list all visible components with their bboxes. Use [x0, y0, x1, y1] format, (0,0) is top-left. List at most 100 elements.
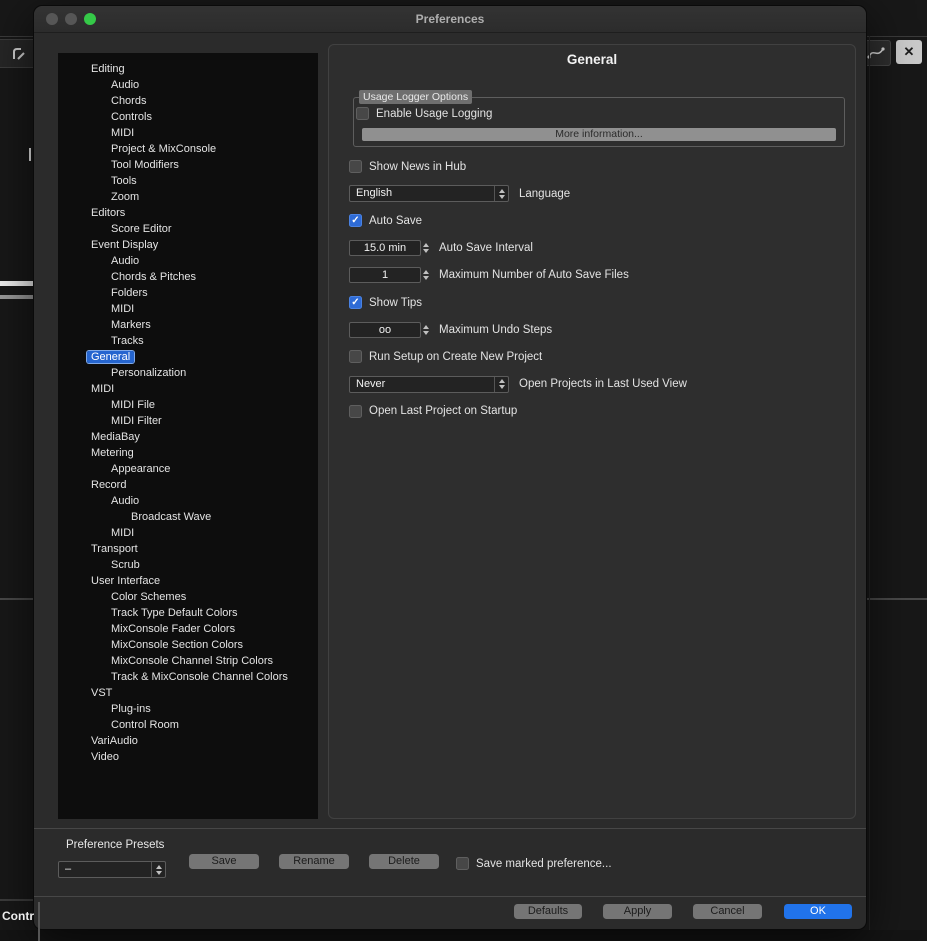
sidebar-item-event-display[interactable]: Event Display [58, 237, 318, 253]
sidebar-item-midi[interactable]: MIDI [58, 525, 318, 541]
maximum-undo-steps-value[interactable]: oo [349, 322, 421, 338]
sidebar-item-midi-file[interactable]: MIDI File [58, 397, 318, 413]
sidebar-item-tracks[interactable]: Tracks [58, 333, 318, 349]
sidebar-item-folders[interactable]: Folders [58, 285, 318, 301]
sidebar-item-user-interface[interactable]: User Interface [58, 573, 318, 589]
sidebar-item-mixconsole-channel-strip-colors[interactable]: MixConsole Channel Strip Colors [58, 653, 318, 669]
auto-save-interval-value[interactable]: 15.0 min [349, 240, 421, 256]
auto-save-interval-stepper-arrows[interactable] [423, 243, 429, 253]
sidebar-item-tools[interactable]: Tools [58, 173, 318, 189]
sidebar-item-label: MixConsole Channel Strip Colors [107, 655, 277, 667]
sidebar-item-track-type-default-colors[interactable]: Track Type Default Colors [58, 605, 318, 621]
sidebar-item-audio[interactable]: Audio [58, 493, 318, 509]
sidebar-item-chords[interactable]: Chords [58, 93, 318, 109]
sidebar-item-label: Transport [87, 543, 142, 555]
sidebar-item-project-mixconsole[interactable]: Project & MixConsole [58, 141, 318, 157]
sidebar-item-label: Audio [107, 495, 143, 507]
settings-row: 15.0 minAuto Save Interval [349, 235, 845, 262]
apply-button[interactable]: Apply [603, 904, 672, 919]
show-tips-checkbox[interactable] [349, 296, 362, 309]
sidebar-item-general[interactable]: General [58, 349, 318, 365]
sidebar-item-personalization[interactable]: Personalization [58, 365, 318, 381]
sidebar-item-mediabay[interactable]: MediaBay [58, 429, 318, 445]
more-information-button[interactable]: More information... [362, 128, 836, 141]
sidebar-item-vst[interactable]: VST [58, 685, 318, 701]
auto-save-checkbox[interactable] [349, 214, 362, 227]
usage-logger-legend: Usage Logger Options [359, 90, 472, 104]
save-marked-preference-checkbox[interactable] [456, 857, 469, 870]
sidebar-item-plug-ins[interactable]: Plug-ins [58, 701, 318, 717]
sidebar-item-score-editor[interactable]: Score Editor [58, 221, 318, 237]
sidebar-item-label: User Interface [87, 575, 164, 587]
sidebar-item-label: Audio [107, 255, 143, 267]
language-label: Language [519, 188, 570, 200]
corner-tool-button[interactable] [0, 39, 37, 68]
sidebar-item-zoom[interactable]: Zoom [58, 189, 318, 205]
sidebar-item-label: Zoom [107, 191, 143, 203]
sidebar-item-label: Metering [87, 447, 138, 459]
language-dropdown[interactable]: English [349, 185, 509, 202]
sidebar-item-tool-modifiers[interactable]: Tool Modifiers [58, 157, 318, 173]
save-button[interactable]: Save [189, 854, 259, 869]
sidebar-tree: Editing Audio Chords Controls MIDI Project & … [58, 53, 318, 819]
sidebar-item-metering[interactable]: Metering [58, 445, 318, 461]
sidebar-item-editing[interactable]: Editing [58, 61, 318, 77]
sidebar-item-label: MIDI [107, 127, 138, 139]
settings-row: Run Setup on Create New Project [349, 343, 845, 370]
open-last-project-on-startup-checkbox[interactable] [349, 405, 362, 418]
sidebar-item-midi[interactable]: MIDI [58, 125, 318, 141]
sidebar-item-audio[interactable]: Audio [58, 253, 318, 269]
sidebar-item-label: Tools [107, 175, 141, 187]
rename-button[interactable]: Rename [279, 854, 349, 869]
maximum-number-of-auto-save-files-stepper-arrows[interactable] [423, 270, 429, 280]
dialog-titlebar[interactable]: Preferences [34, 6, 866, 33]
open-projects-in-last-used-view-dropdown[interactable]: Never [349, 376, 509, 393]
cancel-button[interactable]: Cancel [693, 904, 762, 919]
sidebar-item-label: Tracks [107, 335, 148, 347]
sidebar-item-midi[interactable]: MIDI [58, 381, 318, 397]
sidebar-item-control-room[interactable]: Control Room [58, 717, 318, 733]
sidebar-item-color-schemes[interactable]: Color Schemes [58, 589, 318, 605]
sidebar-item-mixconsole-fader-colors[interactable]: MixConsole Fader Colors [58, 621, 318, 637]
multiply-icon: ✕ [904, 44, 915, 60]
settings-row: NeverOpen Projects in Last Used View [349, 371, 845, 398]
enable-usage-logging-checkbox[interactable] [356, 107, 369, 120]
sidebar-item-label: Video [87, 751, 123, 763]
sidebar-item-editors[interactable]: Editors [58, 205, 318, 221]
sidebar-item-appearance[interactable]: Appearance [58, 461, 318, 477]
sidebar-item-label: Chords [107, 95, 150, 107]
defaults-button[interactable]: Defaults [514, 904, 582, 919]
sidebar-item-chords-pitches[interactable]: Chords & Pitches [58, 269, 318, 285]
sidebar-item-controls[interactable]: Controls [58, 109, 318, 125]
sidebar-item-track-mixconsole-channel-colors[interactable]: Track & MixConsole Channel Colors [58, 669, 318, 685]
ok-button[interactable]: OK [784, 904, 852, 919]
sidebar-item-label: Editors [87, 207, 129, 219]
sidebar-item-midi-filter[interactable]: MIDI Filter [58, 413, 318, 429]
show-news-in-hub-checkbox[interactable] [349, 160, 362, 173]
sidebar-item-mixconsole-section-colors[interactable]: MixConsole Section Colors [58, 637, 318, 653]
sidebar-item-scrub[interactable]: Scrub [58, 557, 318, 573]
settings-panel: General Usage Logger Options Enable Usag… [328, 44, 856, 819]
run-setup-on-create-new-project-label: Run Setup on Create New Project [369, 351, 542, 363]
preset-dropdown[interactable]: – [58, 861, 166, 878]
sidebar-item-label: Track Type Default Colors [107, 607, 242, 619]
dialog-title: Preferences [34, 6, 866, 32]
sidebar-item-transport[interactable]: Transport [58, 541, 318, 557]
sidebar-item-video[interactable]: Video [58, 749, 318, 765]
maximum-undo-steps-stepper-arrows[interactable] [423, 325, 429, 335]
maximum-undo-steps-label: Maximum Undo Steps [439, 324, 552, 336]
sidebar-item-audio[interactable]: Audio [58, 77, 318, 93]
track-divider-line [0, 899, 33, 901]
delete-button[interactable]: Delete [369, 854, 439, 869]
sidebar-item-markers[interactable]: Markers [58, 317, 318, 333]
sidebar-item-midi[interactable]: MIDI [58, 301, 318, 317]
bottom-left-label: Contr [2, 909, 34, 923]
maximum-number-of-auto-save-files-value[interactable]: 1 [349, 267, 421, 283]
sidebar-item-broadcast-wave[interactable]: Broadcast Wave [58, 509, 318, 525]
multiply-tool-button[interactable]: ✕ [896, 40, 922, 64]
sidebar-item-variaudio[interactable]: VariAudio [58, 733, 318, 749]
sidebar-item-record[interactable]: Record [58, 477, 318, 493]
run-setup-on-create-new-project-checkbox[interactable] [349, 350, 362, 363]
sidebar-item-label: Editing [87, 63, 129, 75]
sidebar-item-label: VariAudio [87, 735, 142, 747]
